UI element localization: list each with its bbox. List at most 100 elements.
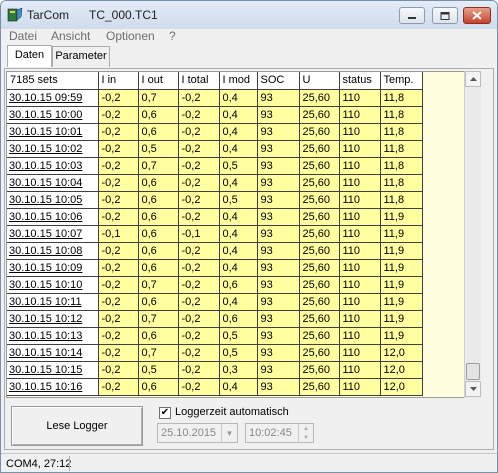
cell-i-out[interactable]: 0,7 bbox=[138, 310, 179, 328]
cell-status[interactable]: 110 bbox=[339, 174, 381, 192]
cell-i-in[interactable]: -0,2 bbox=[98, 191, 139, 209]
maximize-button[interactable] bbox=[432, 7, 458, 24]
cell-i-in[interactable]: -0,2 bbox=[98, 208, 139, 226]
cell-i-total[interactable]: -0,2 bbox=[178, 310, 220, 328]
title-bar[interactable]: TarCom TC_000.TC1 bbox=[1, 1, 497, 29]
cell-i-in[interactable]: -0,1 bbox=[98, 225, 139, 243]
table-row[interactable]: 30.10.15 10:02 -0,2 0,5 -0,2 0,4 93 25,60 110 11… bbox=[7, 140, 423, 158]
row-timestamp[interactable]: 30.10.15 10:16 bbox=[7, 378, 99, 396]
cell-i-in[interactable]: -0,2 bbox=[98, 361, 139, 379]
time-picker[interactable]: 10:02:45 ▲ ▼ bbox=[245, 423, 314, 443]
cell-i-mod[interactable]: 0,5 bbox=[219, 327, 258, 345]
cell-i-total[interactable]: -0,1 bbox=[178, 225, 220, 243]
cell-temp[interactable]: 12,0 bbox=[380, 344, 423, 362]
table-row[interactable]: 30.10.15 10:09 -0,2 0,6 -0,2 0,4 93 25,60 110 11… bbox=[7, 259, 423, 277]
cell-i-in[interactable]: -0,2 bbox=[98, 140, 139, 158]
menu-help[interactable]: ? bbox=[169, 29, 176, 43]
column-header-i-out[interactable]: I out bbox=[138, 72, 179, 90]
cell-temp[interactable]: 12,0 bbox=[380, 361, 423, 379]
cell-status[interactable]: 110 bbox=[339, 157, 381, 175]
cell-status[interactable]: 110 bbox=[339, 310, 381, 328]
vertical-scrollbar[interactable] bbox=[464, 71, 481, 398]
table-row[interactable]: 30.10.15 09:59 -0,2 0,7 -0,2 0,4 93 25,60 110 11… bbox=[7, 89, 423, 107]
tab-parameter[interactable]: Parameter bbox=[52, 46, 110, 67]
cell-status[interactable]: 110 bbox=[339, 361, 381, 379]
cell-i-total[interactable]: -0,2 bbox=[178, 106, 220, 124]
row-timestamp[interactable]: 30.10.15 10:09 bbox=[7, 259, 99, 277]
cell-u[interactable]: 25,60 bbox=[299, 310, 340, 328]
cell-u[interactable]: 25,60 bbox=[299, 191, 340, 209]
cell-u[interactable]: 25,60 bbox=[299, 361, 340, 379]
table-row[interactable]: 30.10.15 10:05 -0,2 0,6 -0,2 0,5 93 25,60 110 11… bbox=[7, 191, 423, 209]
cell-i-mod[interactable]: 0,6 bbox=[219, 276, 258, 294]
date-picker[interactable]: 25.10.2015 ▼ bbox=[157, 423, 238, 443]
cell-soc[interactable]: 93 bbox=[257, 310, 300, 328]
cell-soc[interactable]: 93 bbox=[257, 327, 300, 345]
cell-status[interactable]: 110 bbox=[339, 378, 381, 396]
cell-soc[interactable]: 93 bbox=[257, 191, 300, 209]
cell-i-in[interactable]: -0,2 bbox=[98, 378, 139, 396]
auto-time-checkbox[interactable]: ✔ bbox=[159, 407, 171, 419]
tab-daten[interactable]: Daten bbox=[7, 45, 52, 67]
cell-u[interactable]: 25,60 bbox=[299, 123, 340, 141]
cell-temp[interactable]: 11,9 bbox=[380, 310, 423, 328]
close-button[interactable] bbox=[463, 7, 491, 24]
row-timestamp[interactable]: 30.10.15 10:11 bbox=[7, 293, 99, 311]
cell-i-mod[interactable]: 0,4 bbox=[219, 378, 258, 396]
minimize-button[interactable] bbox=[399, 7, 425, 24]
cell-soc[interactable]: 93 bbox=[257, 361, 300, 379]
cell-i-total[interactable]: -0,2 bbox=[178, 242, 220, 260]
row-timestamp[interactable]: 30.10.15 10:08 bbox=[7, 242, 99, 260]
cell-i-mod[interactable]: 0,4 bbox=[219, 225, 258, 243]
cell-status[interactable]: 110 bbox=[339, 89, 381, 107]
row-timestamp[interactable]: 30.10.15 10:10 bbox=[7, 276, 99, 294]
cell-i-out[interactable]: 0,6 bbox=[138, 259, 179, 277]
cell-i-mod[interactable]: 0,5 bbox=[219, 191, 258, 209]
cell-i-total[interactable]: -0,2 bbox=[178, 208, 220, 226]
row-timestamp[interactable]: 30.10.15 10:15 bbox=[7, 361, 99, 379]
row-timestamp[interactable]: 30.10.15 10:12 bbox=[7, 310, 99, 328]
menu-optionen[interactable]: Optionen bbox=[106, 29, 155, 43]
cell-temp[interactable]: 11,8 bbox=[380, 157, 423, 175]
cell-i-total[interactable]: -0,2 bbox=[178, 276, 220, 294]
cell-u[interactable]: 25,60 bbox=[299, 89, 340, 107]
cell-i-mod[interactable]: 0,4 bbox=[219, 106, 258, 124]
menu-ansicht[interactable]: Ansicht bbox=[51, 29, 90, 43]
cell-u[interactable]: 25,60 bbox=[299, 140, 340, 158]
cell-soc[interactable]: 93 bbox=[257, 89, 300, 107]
cell-i-mod[interactable]: 0,4 bbox=[219, 242, 258, 260]
table-row[interactable]: 30.10.15 10:01 -0,2 0,6 -0,2 0,4 93 25,60 110 11… bbox=[7, 123, 423, 141]
cell-i-mod[interactable]: 0,4 bbox=[219, 208, 258, 226]
table-row[interactable]: 30.10.15 10:00 -0,2 0,6 -0,2 0,4 93 25,60 110 11… bbox=[7, 106, 423, 124]
cell-i-total[interactable]: -0,2 bbox=[178, 327, 220, 345]
cell-i-out[interactable]: 0,6 bbox=[138, 123, 179, 141]
cell-i-total[interactable]: -0,2 bbox=[178, 157, 220, 175]
cell-i-in[interactable]: -0,2 bbox=[98, 310, 139, 328]
scroll-up-button[interactable] bbox=[465, 71, 481, 87]
cell-soc[interactable]: 93 bbox=[257, 378, 300, 396]
cell-i-out[interactable]: 0,6 bbox=[138, 225, 179, 243]
column-header-i-total[interactable]: I total bbox=[178, 72, 220, 90]
table-row[interactable]: 30.10.15 10:06 -0,2 0,6 -0,2 0,4 93 25,60 110 11… bbox=[7, 208, 423, 226]
cell-u[interactable]: 25,60 bbox=[299, 174, 340, 192]
cell-u[interactable]: 25,60 bbox=[299, 259, 340, 277]
cell-i-out[interactable]: 0,6 bbox=[138, 208, 179, 226]
auto-time-label[interactable]: Loggerzeit automatisch bbox=[175, 406, 289, 418]
row-timestamp[interactable]: 30.10.15 10:01 bbox=[7, 123, 99, 141]
time-spin-down[interactable]: ▼ bbox=[298, 433, 313, 442]
cell-i-total[interactable]: -0,2 bbox=[178, 259, 220, 277]
cell-status[interactable]: 110 bbox=[339, 327, 381, 345]
table-row[interactable]: 30.10.15 10:08 -0,2 0,6 -0,2 0,4 93 25,60 110 11… bbox=[7, 242, 423, 260]
cell-i-in[interactable]: -0,2 bbox=[98, 242, 139, 260]
cell-soc[interactable]: 93 bbox=[257, 140, 300, 158]
cell-i-total[interactable]: -0,2 bbox=[178, 89, 220, 107]
table-row[interactable]: 30.10.15 10:13 -0,2 0,6 -0,2 0,5 93 25,60 110 11… bbox=[7, 327, 423, 345]
column-header-i-in[interactable]: I in bbox=[98, 72, 139, 90]
cell-soc[interactable]: 93 bbox=[257, 174, 300, 192]
column-header-i-mod[interactable]: I mod bbox=[219, 72, 258, 90]
cell-i-in[interactable]: -0,2 bbox=[98, 259, 139, 277]
cell-i-in[interactable]: -0,2 bbox=[98, 174, 139, 192]
cell-u[interactable]: 25,60 bbox=[299, 378, 340, 396]
table-row[interactable]: 30.10.15 10:12 -0,2 0,7 -0,2 0,6 93 25,60 110 11… bbox=[7, 310, 423, 328]
cell-i-in[interactable]: -0,2 bbox=[98, 293, 139, 311]
